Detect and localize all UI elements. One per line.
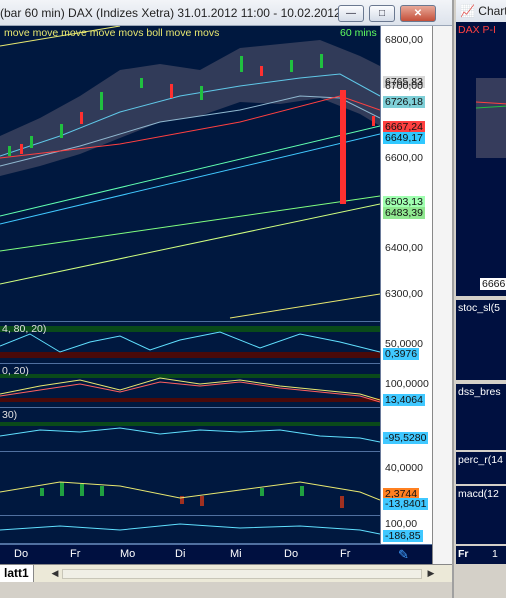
y-tick: 6600,00 xyxy=(385,152,423,164)
secondary-price-label: 6666, xyxy=(480,278,506,290)
y-value-badge: 6483,39 xyxy=(383,207,425,219)
interval-label: 60 mins xyxy=(340,27,377,39)
secondary-window-title: 📈 Chart xyxy=(456,0,506,22)
y-tick: 100,0000 xyxy=(385,378,429,390)
x-tick: Do xyxy=(14,548,29,560)
indicator-1-label: 4, 80, 20) xyxy=(2,323,47,335)
price-pane[interactable]: move move move move movs boll move movs … xyxy=(0,26,380,322)
indicator-4-svg xyxy=(0,481,380,508)
secondary-chart-window: 📈 Chart DAX P-I 6666, stoc_sl(5 dss_bres… xyxy=(452,0,506,598)
scroll-right-icon[interactable]: ▶ xyxy=(424,566,438,580)
secondary-price-pane[interactable]: DAX P-I 6666, xyxy=(456,22,506,296)
indicator-5-svg xyxy=(0,523,380,535)
indicator-1-svg xyxy=(0,326,380,358)
y-tick: 40,0000 xyxy=(385,462,423,474)
y-tick: 6700,00 xyxy=(385,80,423,92)
indicator-pane-2[interactable]: 0, 20) xyxy=(0,364,380,408)
indicator-pane-3[interactable]: 30) xyxy=(0,408,380,452)
secondary-x-tick: 1 xyxy=(492,548,498,560)
y-tick: 6400,00 xyxy=(385,242,423,254)
indicator-3-label: 30) xyxy=(2,409,18,421)
secondary-price-svg xyxy=(475,78,506,158)
secondary-x-tick: Fr xyxy=(458,548,469,560)
y-value-badge: 0,3976 xyxy=(383,348,420,360)
horizontal-scrollbar[interactable] xyxy=(62,569,422,579)
sheet-tab[interactable]: latt1 xyxy=(0,565,34,582)
y-tick: 6800,00 xyxy=(385,34,423,46)
x-tick: Fr xyxy=(340,548,351,560)
window-title-bar: (bar 60 min) DAX (Indizes Xetra) 31.01.2… xyxy=(0,0,452,26)
y-value-badge: -186,85 xyxy=(383,530,423,542)
window-title: (bar 60 min) DAX (Indizes Xetra) 31.01.2… xyxy=(0,6,354,20)
secondary-window-title-text: Chart xyxy=(478,4,506,18)
indicator-3-svg xyxy=(0,422,380,443)
x-tick: Di xyxy=(175,548,186,560)
y-value-badge: 13,4064 xyxy=(383,394,425,406)
x-tick: Mi xyxy=(230,548,242,560)
indicator-pane-4[interactable] xyxy=(0,452,380,516)
secondary-indicator-4[interactable]: macd(12 xyxy=(456,486,506,544)
indicator-1-y-axis[interactable]: 50,0000 0,3976 xyxy=(380,322,432,364)
maximize-button[interactable]: □ xyxy=(369,5,395,22)
secondary-indicator-2[interactable]: dss_bres xyxy=(456,384,506,450)
vertical-scrollbar[interactable] xyxy=(432,26,452,564)
y-value-badge: -13,8401 xyxy=(383,498,429,510)
x-tick: Fr xyxy=(70,548,81,560)
y-value-badge: 6649,17 xyxy=(383,132,425,144)
secondary-indicator-label: perc_r(14 xyxy=(458,454,503,466)
y-tick: 6300,00 xyxy=(385,288,423,300)
chart-window-icon: 📈 xyxy=(460,4,475,18)
y-value-badge: 6726,18 xyxy=(383,96,425,108)
secondary-indicator-label: macd(12 xyxy=(458,488,499,500)
secondary-indicator-3[interactable]: perc_r(14 xyxy=(456,452,506,484)
secondary-chart-title: DAX P-I xyxy=(458,24,496,36)
sheet-tab-bar: latt1 ◀ ▶ xyxy=(0,564,452,582)
secondary-indicator-1[interactable]: stoc_sl(5 xyxy=(456,300,506,380)
y-tick: 100,00 xyxy=(385,518,418,530)
x-axis: Do Fr Mo Di Mi Do Fr ✎ xyxy=(0,544,432,564)
indicator-5-y-axis[interactable]: 100,00 -186,85 xyxy=(380,516,432,544)
secondary-x-axis: Fr 1 xyxy=(456,546,506,564)
indicator-2-label: 0, 20) xyxy=(2,365,29,377)
main-chart-title: move move move move movs boll move movs xyxy=(4,27,220,39)
price-y-axis[interactable]: 6800,00 6765,83 6700,00 6726,18 6667,24 … xyxy=(380,26,432,322)
indicator-2-y-axis[interactable]: 100,0000 13,4064 xyxy=(380,364,432,408)
indicator-pane-1[interactable]: 4, 80, 20) xyxy=(0,322,380,364)
scroll-left-icon[interactable]: ◀ xyxy=(48,566,62,580)
secondary-indicator-label: stoc_sl(5 xyxy=(458,302,501,314)
indicator-2-svg xyxy=(0,374,380,403)
indicator-4-y-axis[interactable]: 40,0000 2,3744 -13,8401 xyxy=(380,452,432,516)
x-tick: Do xyxy=(284,548,299,560)
close-button[interactable]: ✕ xyxy=(400,5,436,22)
x-tick: Mo xyxy=(120,548,136,560)
secondary-indicator-label: dss_bres xyxy=(458,386,501,398)
indicator-pane-5[interactable] xyxy=(0,516,380,544)
price-chart-svg xyxy=(0,26,380,319)
chart-area[interactable]: move move move move movs boll move movs … xyxy=(0,26,432,564)
pencil-icon[interactable]: ✎ xyxy=(398,547,409,563)
y-value-badge: -95,5280 xyxy=(383,432,429,444)
indicator-3-y-axis[interactable]: -95,5280 xyxy=(380,408,432,452)
minimize-button[interactable]: — xyxy=(338,5,364,22)
